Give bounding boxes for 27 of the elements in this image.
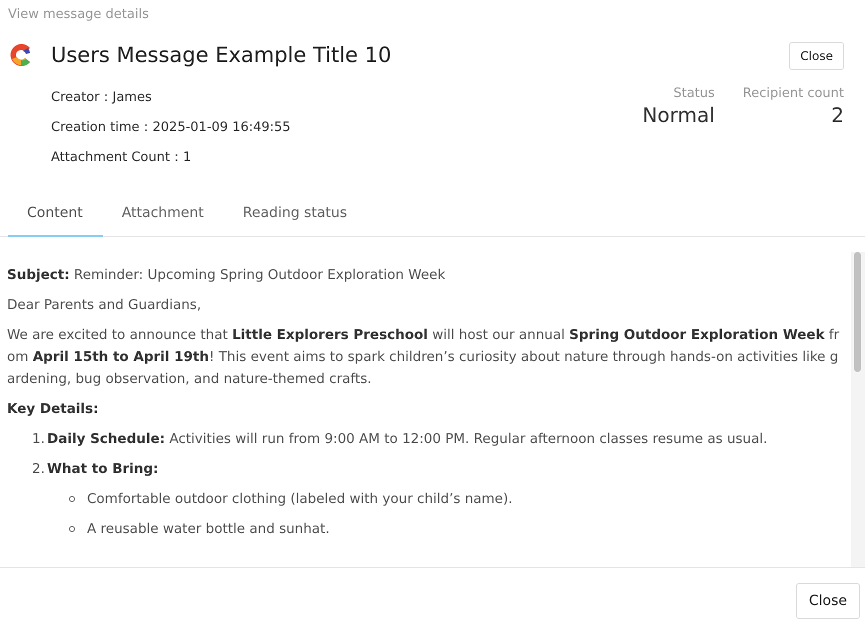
meta-text: Creation time：2025-01-09 16:49:55: [51, 119, 291, 137]
stat-label: Status: [673, 86, 715, 101]
list-item-text: What to Bring:: [47, 460, 160, 479]
section-heading: Key Details:: [7, 400, 100, 419]
list-item-text: Comfortable outdoor clothing (labeled with your child’s name).: [87, 490, 514, 509]
meta-text: Attachment Count：1: [51, 149, 192, 167]
stat-value: 2: [831, 103, 844, 127]
scrollbar-thumb[interactable]: [854, 252, 861, 372]
tab[interactable]: Content: [8, 199, 103, 237]
stat-label: Recipient count: [742, 86, 844, 101]
bullet-icon: [69, 496, 75, 502]
close-button[interactable]: Close: [796, 583, 860, 619]
tab[interactable]: Reading status: [224, 199, 368, 237]
close-button[interactable]: Close: [789, 42, 844, 70]
bullet-icon: [69, 526, 75, 532]
list-number: 1.: [32, 430, 46, 449]
paragraph: We are excited to announce that Little Explorers Preschool will host our annual Spring Outdoor Exploration Week from April 15th to April 19th! This event aims to spark children’s curiosity about nature through hands-on activities like gardening, bug observation, and nature-themed crafts.: [7, 326, 840, 389]
paragraph: Dear Parents and Guardians,: [7, 296, 202, 315]
list-number: 2.: [32, 460, 46, 479]
message-title: Users Message Example Title 10: [51, 43, 392, 67]
list-item-text: Daily Schedule: Activities will run from 9:00 AM to 12:00 PM. Regular afternoon classes resume as usual.: [47, 430, 768, 449]
paragraph: Subject: Reminder: Upcoming Spring Outdoor Exploration Week: [7, 266, 446, 285]
tab[interactable]: Attachment: [102, 199, 224, 237]
stat-value: Normal: [642, 103, 715, 127]
meta-text: Creator：James: [51, 89, 152, 107]
dialog-title: View message details: [7, 6, 149, 24]
list-item-text: A reusable water bottle and sunhat.: [87, 520, 331, 539]
